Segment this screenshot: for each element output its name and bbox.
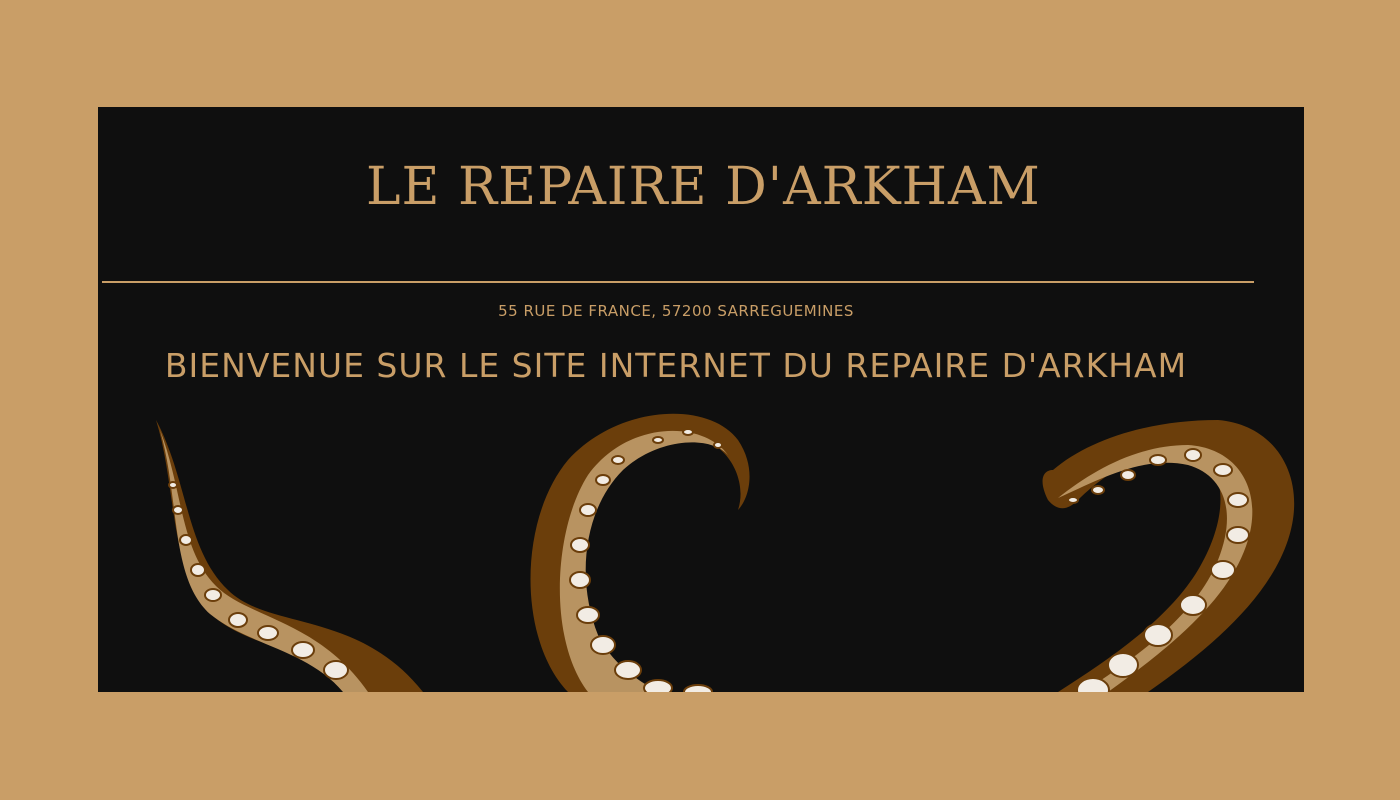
- tentacles-illustration: [98, 400, 1304, 692]
- tentacle-icon: [156, 413, 1295, 692]
- address-text: 55 rue de France, 57200 Sarreguemines: [498, 302, 854, 320]
- logo-area: [0, 118, 1350, 258]
- header-divider: [102, 281, 1254, 283]
- welcome-title: Bienvenue sur le site internet du Repair…: [164, 346, 1188, 385]
